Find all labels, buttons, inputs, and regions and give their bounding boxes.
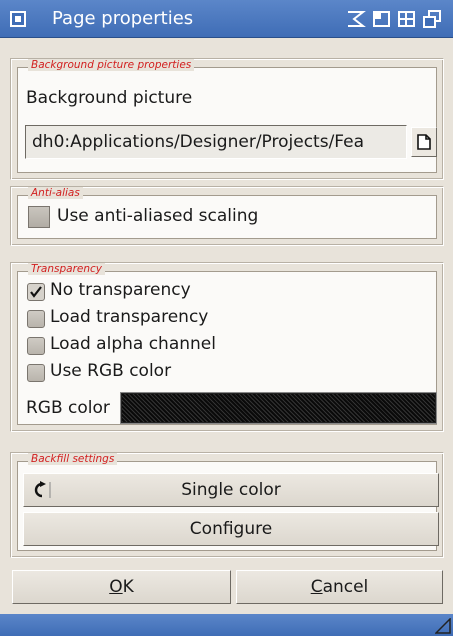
cancel-button[interactable]: Cancel [236,570,443,604]
cancel-shortcut-key: C [310,577,323,597]
backfill-cycle-value: Single color [181,480,281,500]
use-rgb-color-checkbox[interactable] [27,364,45,382]
resize-icon[interactable] [435,618,451,634]
depth-icon[interactable] [422,9,442,29]
cancel-label-rest: ancel [322,577,369,597]
antialias-checkbox[interactable] [28,206,50,228]
load-transparency-label: Load transparency [50,307,209,327]
no-transparency-checkbox[interactable] [27,283,45,301]
transparency-group-label: Transparency [28,263,105,275]
title-bar[interactable]: Page properties [0,0,453,38]
page-properties-window: Page properties Background picture prope… [0,0,453,636]
backfill-group-label: Backfill settings [28,453,118,465]
background-picture-label: Background picture [26,88,193,108]
status-bar [0,614,453,636]
backfill-cycle-button[interactable]: Single color [23,473,439,507]
file-icon [417,134,431,150]
no-transparency-label: No transparency [50,280,191,300]
background-path-field[interactable]: dh0:Applications/Designer/Projects/Fea [25,125,407,159]
close-icon[interactable] [10,11,26,27]
background-group [10,58,444,180]
cycle-icon [34,481,51,498]
antialias-checkbox-label: Use anti-aliased scaling [57,206,259,226]
ok-button[interactable]: OK [12,570,231,604]
background-group-label: Background picture properties [28,59,195,71]
rgb-color-swatch[interactable] [120,392,437,424]
antialias-group-label: Anti-alias [28,187,83,199]
use-rgb-color-label: Use RGB color [50,361,172,381]
configure-label: Configure [189,519,273,539]
ok-label-rest: K [122,577,134,597]
ok-shortcut-key: O [109,577,123,597]
rgb-color-label: RGB color [26,398,110,418]
iconify-icon[interactable] [346,9,366,29]
load-alpha-channel-checkbox[interactable] [27,337,45,355]
jump-icon[interactable] [397,9,417,29]
configure-button[interactable]: Configure [23,512,439,546]
file-requester-button[interactable] [411,127,437,157]
load-alpha-channel-label: Load alpha channel [50,334,216,354]
zoom-icon[interactable] [372,9,392,29]
checkmark-icon [30,286,42,298]
load-transparency-checkbox[interactable] [27,310,45,328]
window-title: Page properties [52,8,194,29]
